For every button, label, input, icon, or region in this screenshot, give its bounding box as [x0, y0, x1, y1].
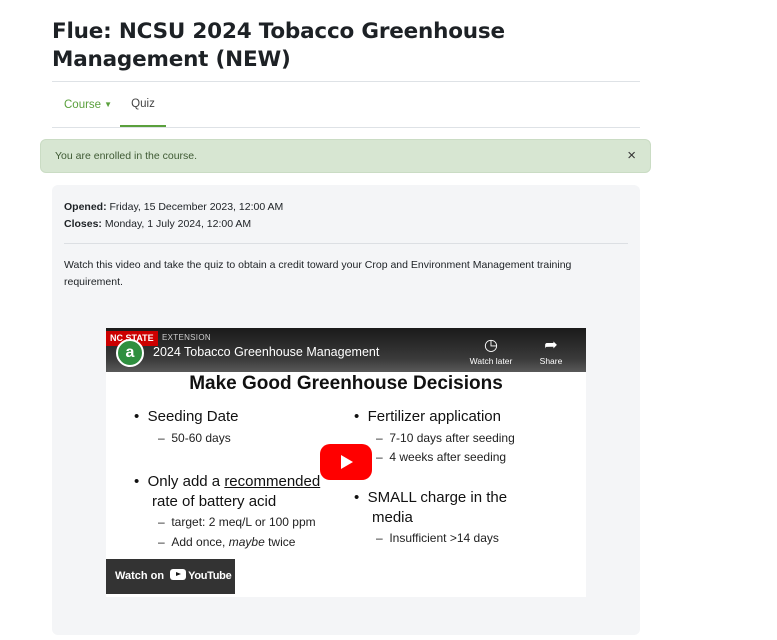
slide-bullet-text: Only add a	[147, 473, 225, 490]
slide-subbullet-text: 7-10 days after seeding	[389, 431, 515, 445]
watch-on-label: Watch on	[115, 570, 165, 582]
youtube-wordmark: YouTube	[188, 570, 232, 582]
closes-row: Closes: Monday, 1 July 2024, 12:00 AM	[64, 216, 283, 233]
watch-on-youtube-button[interactable]: Watch on YouTube	[106, 559, 235, 594]
slide-bullet-text: Seeding Date	[147, 408, 239, 425]
play-icon[interactable]	[320, 444, 372, 480]
slide-subbullet: – 50-60 days	[158, 431, 231, 445]
slide-bullet-text: SMALL charge in the	[367, 489, 508, 506]
share-label: Share	[539, 356, 563, 366]
alert-message: You are enrolled in the course.	[55, 150, 198, 162]
slide-bullet: • Fertilizer application	[354, 408, 501, 425]
page-title: Flue: NCSU 2024 Tobacco Greenhouse Manag…	[52, 19, 505, 72]
youtube-logo-icon	[170, 569, 187, 580]
slide-bullet-continued: rate of battery acid	[152, 493, 277, 510]
video-title[interactable]: 2024 Tobacco Greenhouse Management	[153, 345, 379, 359]
youtube-embed[interactable]: NC STATE EXTENSION a 2024 Tobacco Greenh…	[106, 328, 586, 597]
slide-bullet: • Seeding Date	[134, 408, 239, 425]
slide-subbullet-text: Add once,	[171, 535, 229, 549]
slide-underlined-text: recommended	[224, 473, 321, 490]
clock-icon: ◷	[484, 337, 498, 354]
enrolled-alert: You are enrolled in the course. ×	[40, 139, 651, 173]
slide-subbullet: – Insufficient >14 days	[376, 531, 499, 545]
opened-label: Opened:	[64, 201, 107, 213]
share-icon: ➦	[544, 337, 558, 354]
secondary-nav: Course ▼ Quiz	[52, 82, 640, 128]
watch-later-button[interactable]: ◷ Watch later	[466, 336, 516, 366]
closes-value: Monday, 1 July 2024, 12:00 AM	[104, 218, 252, 230]
brand-extension-text: EXTENSION	[162, 333, 211, 342]
tab-quiz[interactable]: Quiz	[120, 82, 166, 128]
slide-subbullet-text: twice	[264, 535, 296, 549]
card-divider	[64, 243, 628, 244]
tab-quiz-label: Quiz	[131, 98, 155, 110]
channel-avatar[interactable]: a	[116, 339, 144, 367]
nav-divider	[52, 127, 640, 128]
opened-value: Friday, 15 December 2023, 12:00 AM	[109, 201, 284, 213]
quiz-description: Watch this video and take the quiz to ob…	[64, 259, 572, 288]
slide-heading: Make Good Greenhouse Decisions	[189, 373, 503, 394]
slide-subbullet: – Add once, maybe twice	[158, 535, 296, 549]
slide-subbullet: – 4 weeks after seeding	[376, 450, 507, 464]
opened-row: Opened: Friday, 15 December 2023, 12:00 …	[64, 199, 283, 216]
slide-subbullet-text: 50-60 days	[171, 431, 231, 445]
nav-course-menu[interactable]: Course ▼	[64, 82, 112, 127]
chevron-down-icon: ▼	[104, 100, 112, 109]
slide-bullet-continued: media	[372, 509, 413, 526]
slide-subbullet-text: 4 weeks after seeding	[389, 450, 507, 464]
slide-bullet: • Only add a recommended	[134, 473, 321, 490]
closes-label: Closes:	[64, 218, 102, 230]
watch-later-label: Watch later	[469, 356, 513, 366]
slide-bullet-text: Fertilizer application	[367, 408, 501, 425]
slide-subbullet: – target: 2 meq/L or 100 ppm	[158, 515, 316, 529]
share-button[interactable]: ➦ Share	[526, 336, 576, 366]
nav-course-label: Course	[64, 99, 102, 111]
slide-emphasis-text: maybe	[228, 535, 265, 549]
quiz-info-card: Opened: Friday, 15 December 2023, 12:00 …	[52, 185, 640, 635]
quiz-dates: Opened: Friday, 15 December 2023, 12:00 …	[64, 199, 283, 233]
slide-bullet: • SMALL charge in the	[354, 489, 508, 506]
close-icon[interactable]: ×	[627, 147, 636, 165]
slide-subbullet: – 7-10 days after seeding	[376, 431, 515, 445]
slide-subbullet-text: target: 2 meq/L or 100 ppm	[171, 515, 316, 529]
slide-subbullet-text: Insufficient >14 days	[389, 531, 499, 545]
